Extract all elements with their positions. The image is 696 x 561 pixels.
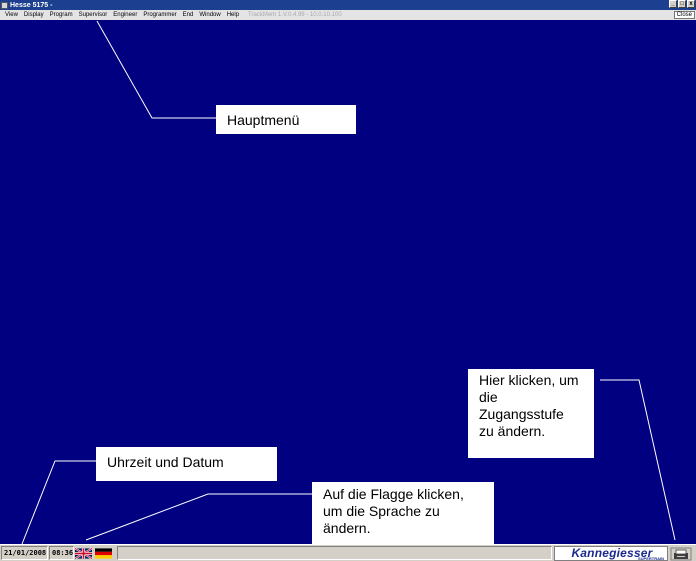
menu-programmer[interactable]: Programmer xyxy=(140,11,179,20)
callout-access-level: Hier klicken, um die Zugangsstufe zu änd… xyxy=(468,369,594,458)
callout-access-line: die xyxy=(479,389,498,405)
callout-language-line: Auf die Flagge klicken, xyxy=(323,486,464,502)
menu-supervisor[interactable]: Supervisor xyxy=(76,11,111,20)
window-controls: _ □ x xyxy=(669,0,695,8)
callout-access-line: zu ändern. xyxy=(479,423,546,439)
menu-version-info: TrackMem 1.V.0.4.99 - 10.0.10.100 xyxy=(248,12,342,18)
callout-access-line: Hier klicken, um xyxy=(479,372,579,388)
leader-main-menu xyxy=(96,20,216,119)
menu-end[interactable]: End xyxy=(180,11,197,20)
close-window-button[interactable]: x xyxy=(687,0,695,8)
menu-window[interactable]: Window xyxy=(196,11,223,20)
callout-clock: Uhrzeit und Datum xyxy=(96,447,277,481)
leader-clock xyxy=(21,460,96,545)
brand-subtitle: SUPERTRAIN xyxy=(637,556,664,561)
menu-display[interactable]: Display xyxy=(21,11,47,20)
maximize-button[interactable]: □ xyxy=(678,0,686,8)
callout-language-line: ändern. xyxy=(323,520,371,536)
german-flag-icon[interactable] xyxy=(95,548,112,559)
title-bar[interactable]: Hesse 5175 - _ □ x xyxy=(0,0,696,10)
close-button[interactable]: Close xyxy=(673,11,695,19)
leader-access xyxy=(600,379,676,541)
kannegiesser-logo: Kannegiesser SUPERTRAIN xyxy=(554,546,668,561)
uk-flag-icon[interactable] xyxy=(75,548,92,559)
callout-access-line: Zugangsstufe xyxy=(479,406,564,422)
window-title: Hesse 5175 - xyxy=(10,1,53,9)
application-window: Hesse 5175 - _ □ x View Display Program … xyxy=(0,0,696,561)
app-icon xyxy=(1,1,8,9)
callout-main-menu-text: Hauptmenü xyxy=(227,112,300,128)
menu-help[interactable]: Help xyxy=(224,11,242,20)
callout-clock-text: Uhrzeit und Datum xyxy=(107,454,224,470)
status-message-area xyxy=(117,546,552,560)
status-date: 21/01/2008 xyxy=(1,546,48,560)
callout-language: Auf die Flagge klicken, um die Sprache z… xyxy=(312,482,494,544)
menu-view[interactable]: View xyxy=(2,11,21,20)
access-level-icon[interactable] xyxy=(670,547,692,561)
status-bar: 21/01/2008 08:36 Kannegiesser SUPERTRAIN xyxy=(0,544,696,561)
main-menu-bar: View Display Program Supervisor Engineer… xyxy=(0,10,696,20)
menu-engineer[interactable]: Engineer xyxy=(110,11,140,20)
leader-flag xyxy=(85,493,312,541)
status-time: 08:36 xyxy=(49,546,74,560)
menu-program[interactable]: Program xyxy=(47,11,76,20)
callout-main-menu: Hauptmenü xyxy=(216,105,356,134)
minimize-button[interactable]: _ xyxy=(669,0,677,8)
callout-language-line: um die Sprache zu xyxy=(323,503,440,519)
